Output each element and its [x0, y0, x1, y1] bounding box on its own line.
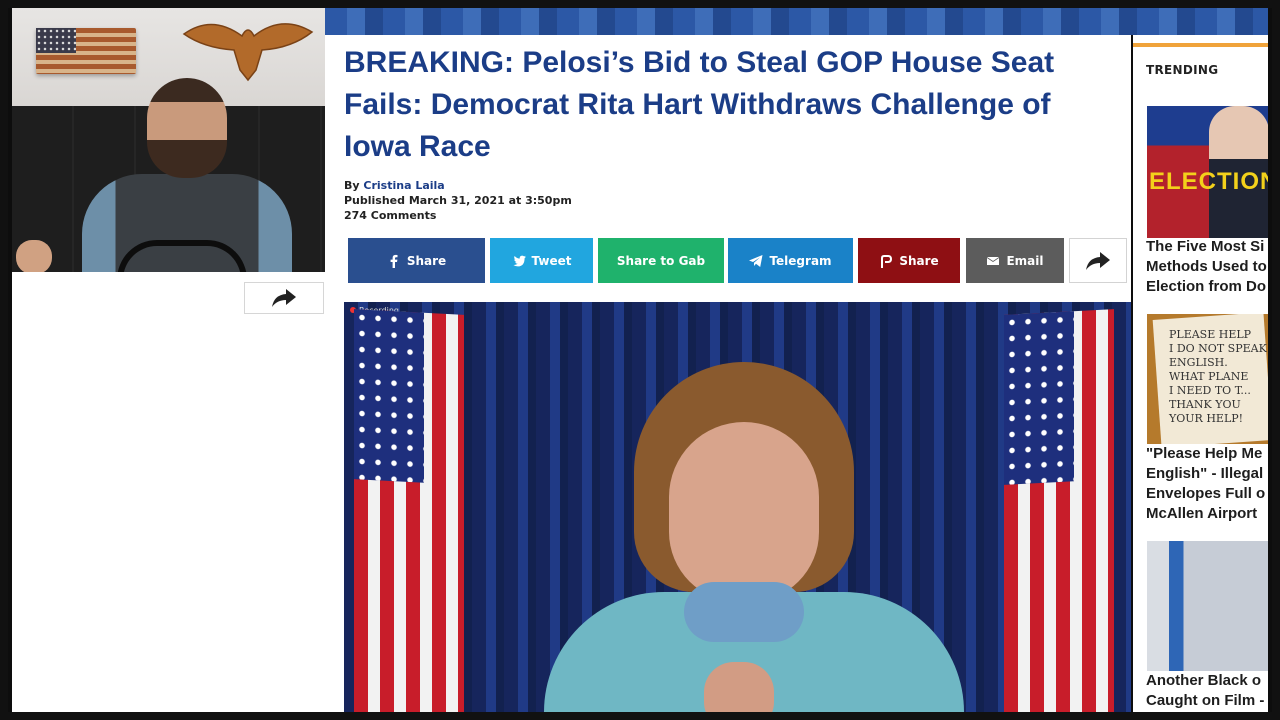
byline: By Cristina Laila: [344, 178, 572, 193]
parler-share-label: Share: [899, 253, 939, 268]
us-flag-right: [1004, 309, 1114, 720]
share-arrow-icon: [272, 289, 296, 307]
trending-accent-bar: [1133, 43, 1268, 47]
gab-share-label: Share to Gab: [616, 253, 706, 268]
telegram-share-label: Telegram: [769, 253, 832, 268]
telegram-share-button[interactable]: Telegram: [728, 238, 853, 283]
trending-title-line: Caught on Film -: [1146, 692, 1265, 709]
facebook-share-label: Share: [406, 253, 447, 268]
facebook-icon: [390, 254, 398, 268]
trending-title-line: Another Black o: [1146, 672, 1262, 689]
trending-thumbnail-2[interactable]: PLEASE HELP I DO NOT SPEAK ENGLISH. WHAT…: [1147, 314, 1268, 444]
gab-share-button[interactable]: Share to Gab: [598, 238, 724, 283]
trending-title-line: Election from Do: [1146, 278, 1267, 295]
share-arrow-icon: [1086, 251, 1110, 270]
eagle-carving-icon: [182, 23, 314, 82]
email-share-button[interactable]: Email: [966, 238, 1064, 283]
trending-title-line: The Five Most Si: [1146, 238, 1265, 255]
email-share-label: Email: [1006, 253, 1044, 268]
parler-share-button[interactable]: Share: [858, 238, 960, 283]
twitter-share-label: Tweet: [531, 253, 572, 268]
trending-link-2[interactable]: "Please Help Me English" - Illegal Envel…: [1146, 444, 1268, 524]
trending-thumbnail-1[interactable]: ELECTION: [1147, 106, 1268, 238]
envelope-icon: [987, 256, 1000, 265]
twitter-icon: [512, 255, 526, 266]
trending-title-line: Methods Used to: [1146, 258, 1267, 275]
trending-title-line: McAllen Airport: [1146, 505, 1258, 522]
election-graphic-text: ELECTION: [1149, 168, 1268, 195]
article-meta: By Cristina Laila Published March 31, 20…: [344, 178, 572, 223]
left-blank-column: [12, 272, 342, 720]
author-link[interactable]: Cristina Laila: [363, 179, 444, 192]
trending-link-3[interactable]: Another Black o Caught on Film -: [1146, 671, 1268, 711]
more-share-button[interactable]: [1069, 238, 1127, 283]
wall-flag-decor: [36, 28, 136, 74]
comments-link[interactable]: 274 Comments: [344, 208, 572, 223]
published-date: Published March 31, 2021 at 3:50pm: [344, 194, 572, 207]
presenter-hand: [16, 240, 52, 272]
twitter-share-button[interactable]: Tweet: [490, 238, 593, 283]
trending-title-line: "Please Help Me: [1146, 445, 1263, 462]
webcam-feed: [12, 8, 325, 272]
telegram-icon: [749, 254, 763, 267]
article-headline: BREAKING: Pelosi’s Bid to Steal GOP Hous…: [344, 46, 1055, 163]
trending-title-line: Envelopes Full o: [1146, 485, 1266, 502]
us-flag-left: [354, 309, 464, 720]
trending-thumbnail-3[interactable]: [1147, 541, 1268, 671]
trending-heading: TRENDING: [1146, 63, 1219, 77]
microphone: [117, 240, 247, 272]
handwritten-note-text: PLEASE HELP I DO NOT SPEAK ENGLISH. WHAT…: [1169, 328, 1267, 425]
trending-title-line: English" - Illegal: [1146, 465, 1264, 482]
side-share-button[interactable]: [244, 282, 324, 314]
by-prefix: By: [344, 179, 364, 192]
parler-icon: [881, 254, 893, 268]
facebook-share-button[interactable]: Share: [348, 238, 485, 283]
speaker-figure: [544, 362, 964, 720]
site-header-banner: [325, 8, 1268, 35]
trending-link-1[interactable]: The Five Most Si Methods Used to Electio…: [1146, 237, 1268, 297]
article-featured-image: Recording...: [344, 302, 1131, 720]
